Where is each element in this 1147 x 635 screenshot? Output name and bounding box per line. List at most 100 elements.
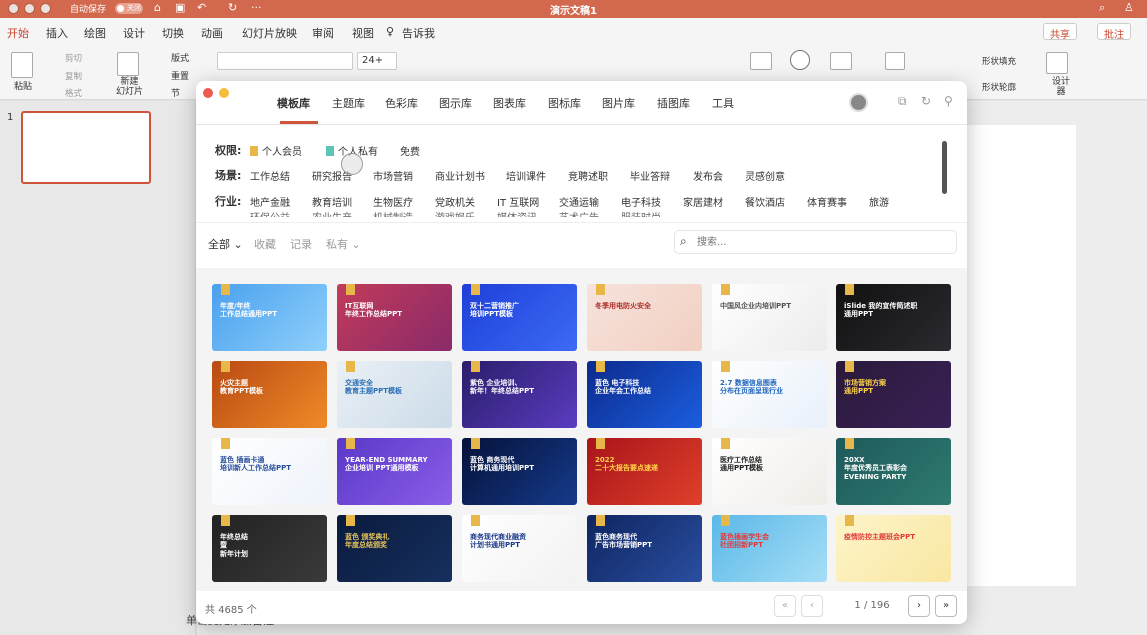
template-card[interactable]: 蓝色 商务现代 计算机通用培训PPT (462, 438, 577, 505)
template-card[interactable]: 交通安全 教育主题PPT模板 (337, 361, 452, 428)
template-card[interactable]: 蓝色商务现代 广告市场营销PPT (587, 515, 702, 582)
font-name-dropdown[interactable] (217, 52, 353, 70)
template-search-box[interactable]: ⌕ (674, 230, 957, 254)
industry-item[interactable]: 家居建材 (683, 194, 723, 209)
tab-theme-library[interactable]: 主题库 (332, 95, 365, 111)
industry-item[interactable]: 服装时尚 (621, 209, 661, 217)
avatar[interactable] (849, 93, 868, 112)
format-painter-button[interactable]: 格式 (65, 87, 82, 99)
subfilter-favorites[interactable]: 收藏 (254, 236, 276, 252)
tab-animations[interactable]: 动画 (201, 25, 223, 41)
scene-item[interactable]: 培训课件 (506, 168, 546, 183)
tab-chart-library[interactable]: 图表库 (493, 95, 526, 111)
subfilter-all[interactable]: 全部 ⌄ (208, 236, 243, 252)
subfilter-history[interactable]: 记录 (290, 236, 312, 252)
industry-item[interactable]: 机械制造 (373, 209, 413, 217)
shape-outline-button[interactable]: 形状轮廓 (982, 81, 1016, 93)
reset-button[interactable]: 重置 (171, 69, 189, 82)
last-page-button[interactable]: » (935, 595, 957, 617)
template-card[interactable]: 蓝色 颁奖典礼 年度总结颁奖 (337, 515, 452, 582)
prev-page-button[interactable]: ‹ (801, 595, 823, 617)
first-page-button[interactable]: « (774, 595, 796, 617)
comments-button[interactable]: 批注 (1097, 23, 1131, 41)
industry-item[interactable]: 农业生产 (312, 209, 352, 217)
picture-icon[interactable] (750, 52, 772, 70)
scene-item[interactable]: 市场营销 (373, 168, 413, 183)
industry-item[interactable]: IT 互联网 (497, 194, 539, 209)
scene-item[interactable]: 竞聘述职 (568, 168, 608, 183)
template-card[interactable]: 2022 二十大报告要点速递 (587, 438, 702, 505)
close-dialog-button[interactable] (203, 88, 213, 98)
next-page-button[interactable]: › (908, 595, 930, 617)
copy-button[interactable]: 复制 (65, 70, 82, 82)
filter-free[interactable]: 免费 (400, 143, 420, 158)
tab-insert[interactable]: 插入 (46, 25, 68, 41)
industry-item[interactable]: 地产金融 (250, 194, 290, 209)
template-card[interactable]: 双十二营销推广 培训PPT模板 (462, 284, 577, 351)
template-card[interactable]: 2.7 数据信息图表 分布在页面呈现行业 (712, 361, 827, 428)
template-card[interactable]: YEAR-END SUMMARY 企业培训 PPT通用模板 (337, 438, 452, 505)
arrange-icon[interactable] (885, 52, 905, 70)
industry-item[interactable]: 电子科技 (621, 194, 661, 209)
tab-illustration-library[interactable]: 插图库 (657, 95, 690, 111)
tab-home[interactable]: 开始 (7, 25, 29, 46)
template-card[interactable]: 紫色 企业培训、 新年！年终总结PPT (462, 361, 577, 428)
scene-item[interactable]: 工作总结 (250, 168, 290, 183)
share-button[interactable]: 共享 (1043, 23, 1077, 41)
template-card[interactable]: 医疗工作总结 通用PPT模板 (712, 438, 827, 505)
industry-item[interactable]: 旅游 (869, 194, 889, 209)
tab-draw[interactable]: 绘图 (84, 25, 106, 41)
template-card[interactable]: 冬季用电防火安全 (587, 284, 702, 351)
font-size-dropdown[interactable]: 24+ (357, 52, 397, 70)
scene-item[interactable]: 发布会 (693, 168, 723, 183)
cut-button[interactable]: 剪切 (65, 52, 82, 64)
tab-diagram-library[interactable]: 图示库 (439, 95, 472, 111)
template-card[interactable]: 年度/年终 工作总结通用PPT (212, 284, 327, 351)
template-card[interactable]: 市场营销方案 通用PPT (836, 361, 951, 428)
industry-item[interactable]: 体育赛事 (807, 194, 847, 209)
industry-item[interactable]: 党政机关 (435, 194, 475, 209)
shapes-icon[interactable] (790, 50, 810, 70)
tell-me-field[interactable]: 告诉我 (402, 25, 435, 41)
filter-scrollbar[interactable] (942, 141, 947, 194)
industry-item[interactable]: 游戏娱乐 (435, 209, 475, 217)
scene-item[interactable]: 毕业答辩 (630, 168, 670, 183)
tab-color-library[interactable]: 色彩库 (385, 95, 418, 111)
section-button[interactable]: 节 (171, 86, 180, 99)
page-indicator[interactable]: 1 / 196 (840, 595, 904, 617)
template-card[interactable]: 中国风企业内培训PPT (712, 284, 827, 351)
tab-icon-library[interactable]: 图标库 (548, 95, 581, 111)
textbox-icon[interactable] (830, 52, 852, 70)
pin-icon[interactable]: ⚲ (944, 94, 953, 108)
slide-thumbnail[interactable] (21, 111, 151, 184)
tab-picture-library[interactable]: 图片库 (602, 95, 635, 111)
scene-item[interactable]: 商业计划书 (435, 168, 485, 183)
industry-item[interactable]: 环保公益 (250, 209, 290, 217)
search-icon[interactable]: ⌕ (1099, 1, 1105, 15)
industry-item[interactable]: 艺术广告 (559, 209, 599, 217)
tab-transitions[interactable]: 切换 (162, 25, 184, 41)
search-input[interactable] (697, 234, 947, 250)
industry-item[interactable]: 媒体资讯 (497, 209, 537, 217)
tab-view[interactable]: 视图 (352, 25, 374, 41)
template-card[interactable]: 商务现代商业融资 计划书通用PPT (462, 515, 577, 582)
refresh-icon[interactable]: ↻ (921, 94, 931, 108)
industry-item[interactable]: 交通运输 (559, 194, 599, 209)
template-card[interactable]: 20XX 年度优秀员工表彰会 EVENING PARTY (836, 438, 951, 505)
template-card[interactable]: iSlide 我的宣传简述职 通用PPT (836, 284, 951, 351)
account-icon[interactable]: ♙ (1124, 1, 1134, 14)
layout-button[interactable]: 版式 (171, 51, 189, 64)
template-card[interactable]: 蓝色 插画卡通 培训新人工作总结PPT (212, 438, 327, 505)
tab-design[interactable]: 设计 (123, 25, 145, 41)
industry-item[interactable]: 教育培训 (312, 194, 352, 209)
paste-icon[interactable] (11, 52, 33, 78)
tab-review[interactable]: 审阅 (312, 25, 334, 41)
template-card[interactable]: IT互联网 年终工作总结PPT (337, 284, 452, 351)
shape-fill-button[interactable]: 形状填充 (982, 55, 1016, 67)
template-card[interactable]: 蓝色插画学生会 社团招新PPT (712, 515, 827, 582)
filter-personal-member[interactable]: 个人会员 (250, 143, 302, 158)
tab-tools[interactable]: 工具 (712, 95, 734, 111)
slide-canvas[interactable] (966, 125, 1076, 586)
template-card[interactable]: 年终总结 暨 新年计划 (212, 515, 327, 582)
tab-template-library[interactable]: 模板库 (277, 95, 310, 111)
